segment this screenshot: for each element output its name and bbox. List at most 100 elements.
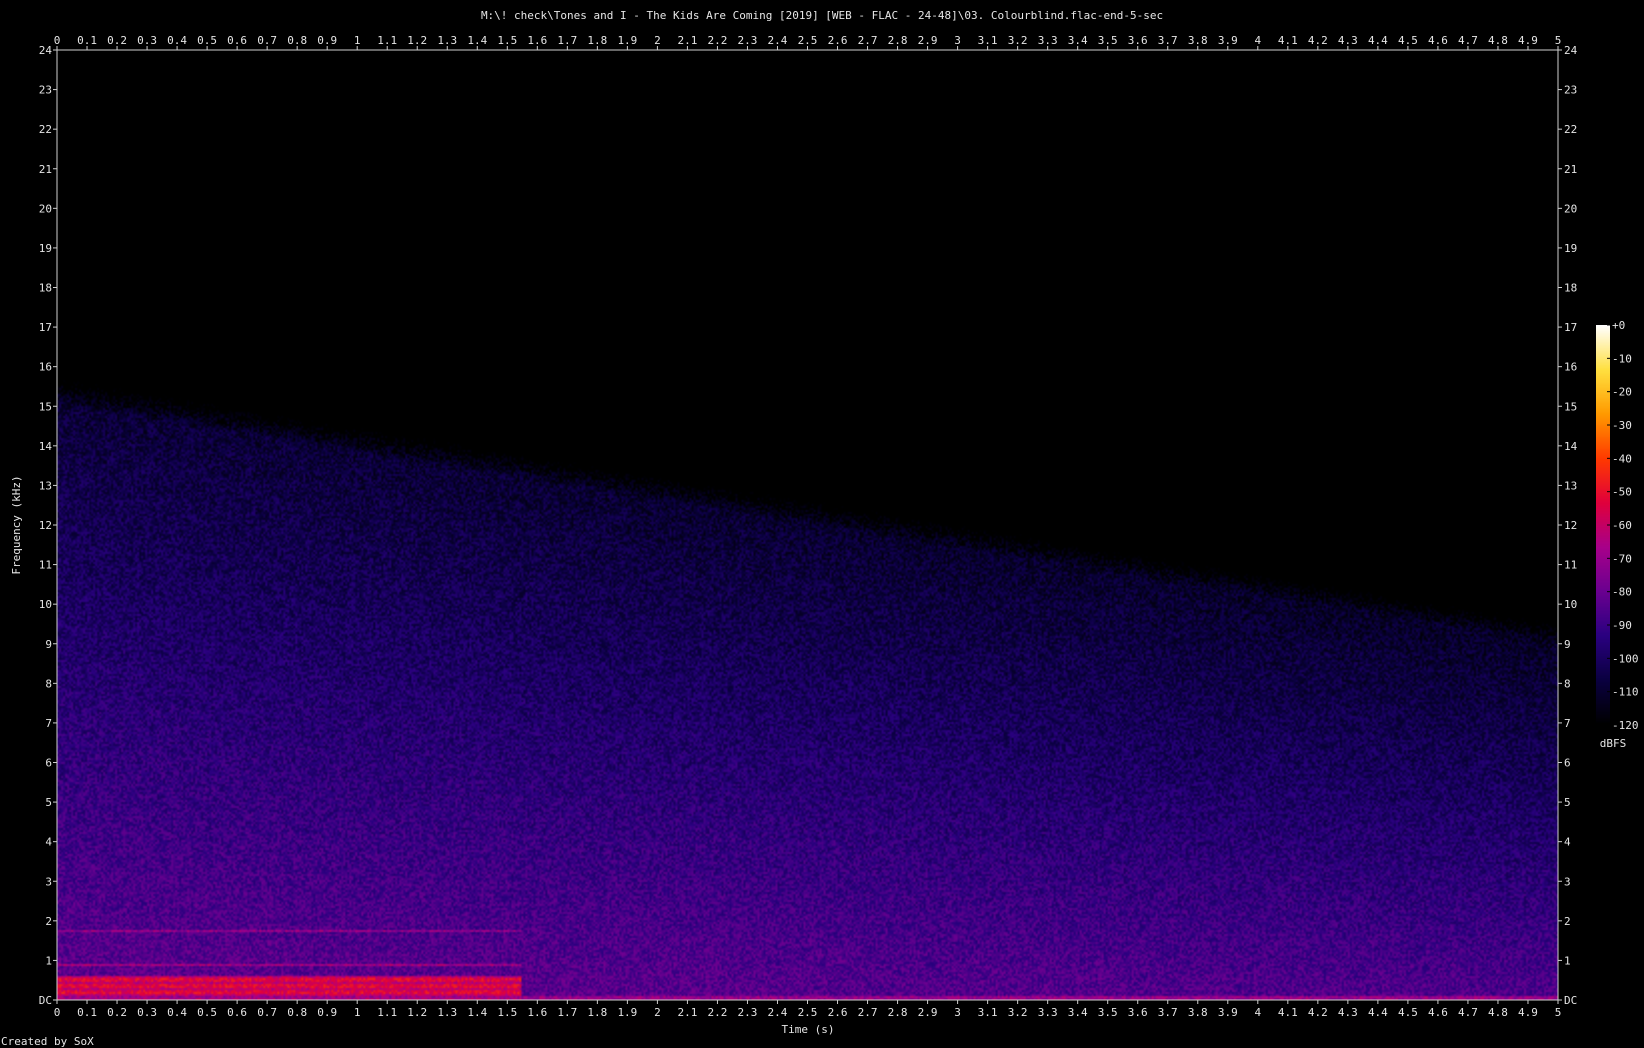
y-tick-label-left: 13 bbox=[39, 479, 52, 492]
x-tick-label-bottom: 3.8 bbox=[1188, 1006, 1208, 1019]
x-tick-label-bottom: 3.4 bbox=[1068, 1006, 1088, 1019]
colorbar-ticks: +0 -10 -20 -30 -40 -50 -60 -70 -80 -90 -100 -110 -12… bbox=[1607, 319, 1639, 732]
x-tick-label-bottom: 3.5 bbox=[1098, 1006, 1118, 1019]
x-tick-label-bottom: 2.3 bbox=[738, 1006, 758, 1019]
x-tick-label-top: 2.3 bbox=[738, 34, 758, 47]
y-tick-label-left: 16 bbox=[39, 361, 52, 374]
colorbar-tick-label: -110 bbox=[1612, 686, 1639, 699]
y-tick-label-right: 4 bbox=[1564, 836, 1571, 849]
x-tick-label-top: 0.3 bbox=[137, 34, 157, 47]
x-tick-label-top: 3 bbox=[954, 34, 961, 47]
x-tick-label-top: 1 bbox=[354, 34, 361, 47]
colorbar-tick-label: -60 bbox=[1612, 519, 1632, 532]
x-tick-label-top: 2.4 bbox=[768, 34, 788, 47]
x-tick-label-bottom: 2.4 bbox=[768, 1006, 788, 1019]
x-tick-label-top: 1.3 bbox=[437, 34, 457, 47]
y-tick-label-left: 6 bbox=[45, 757, 52, 770]
y-tick-label-right: 23 bbox=[1564, 84, 1577, 97]
y-tick-label-left: 12 bbox=[39, 519, 52, 532]
x-tick-label-top: 0.2 bbox=[107, 34, 127, 47]
x-tick-label-bottom: 1.5 bbox=[497, 1006, 517, 1019]
x-tick-label-bottom: 4.3 bbox=[1338, 1006, 1358, 1019]
x-tick-label-top: 4.7 bbox=[1458, 34, 1478, 47]
x-tick-label-bottom: 1.2 bbox=[407, 1006, 427, 1019]
x-tick-label-top: 3.2 bbox=[1008, 34, 1028, 47]
y-tick-label-right: 3 bbox=[1564, 875, 1571, 888]
x-tick-label-bottom: 1 bbox=[354, 1006, 361, 1019]
y-tick-label-left: 15 bbox=[39, 400, 52, 413]
x-tick-label-top: 2.8 bbox=[888, 34, 908, 47]
y-tick-label-right: 14 bbox=[1564, 440, 1578, 453]
x-tick-label-bottom: 1.6 bbox=[527, 1006, 547, 1019]
x-tick-label-bottom: 0.8 bbox=[287, 1006, 307, 1019]
x-tick-label-top: 4.9 bbox=[1518, 34, 1538, 47]
x-axis-bottom: 0 0.1 0.2 0.3 0.4 0.5 0.6 0.7 0.8 0.9 1 1.1 1.2 1.3 1.… bbox=[54, 1000, 1561, 1019]
x-tick-label-top: 3.1 bbox=[978, 34, 998, 47]
y-tick-label-right: 6 bbox=[1564, 757, 1571, 770]
y-tick-label-left: 14 bbox=[39, 440, 53, 453]
x-tick-label-top: 4.1 bbox=[1278, 34, 1298, 47]
x-tick-label-bottom: 1.8 bbox=[587, 1006, 607, 1019]
x-axis-top: 0 0.1 0.2 0.3 0.4 0.5 0.6 0.7 0.8 0.9 1 1.1 1.2 1.3 1.… bbox=[54, 34, 1561, 50]
y-tick-label-left: 10 bbox=[39, 598, 52, 611]
y-axis-left: DC12345678910111213141516171819202122232… bbox=[39, 44, 57, 1007]
y-tick-label-right: 16 bbox=[1564, 361, 1577, 374]
x-tick-label-bottom: 0.6 bbox=[227, 1006, 247, 1019]
x-tick-label-bottom: 3.1 bbox=[978, 1006, 998, 1019]
x-tick-label-top: 1.9 bbox=[617, 34, 637, 47]
x-tick-label-top: 2.6 bbox=[828, 34, 848, 47]
x-tick-label-bottom: 4.9 bbox=[1518, 1006, 1538, 1019]
y-tick-label-right: 9 bbox=[1564, 638, 1571, 651]
x-tick-label-bottom: 1.9 bbox=[617, 1006, 637, 1019]
y-tick-label-left: 23 bbox=[39, 84, 52, 97]
x-tick-label-bottom: 4.1 bbox=[1278, 1006, 1298, 1019]
y-tick-label-left: 20 bbox=[39, 202, 52, 215]
y-tick-label-left: 24 bbox=[39, 44, 53, 57]
colorbar-tick-label: -120 bbox=[1612, 719, 1639, 732]
y-tick-label-right: 21 bbox=[1564, 163, 1577, 176]
colorbar-tick-label: -90 bbox=[1612, 619, 1632, 632]
colorbar-tick-label: -10 bbox=[1612, 352, 1632, 365]
x-tick-label-top: 0.4 bbox=[167, 34, 187, 47]
y-tick-label-right: 5 bbox=[1564, 796, 1571, 809]
x-tick-label-top: 0.1 bbox=[77, 34, 97, 47]
y-axis-right: DC12345678910111213141516171819202122232… bbox=[1558, 44, 1578, 1007]
x-tick-label-top: 3.8 bbox=[1188, 34, 1208, 47]
colorbar-tick-label: -40 bbox=[1612, 452, 1632, 465]
x-tick-label-top: 4.5 bbox=[1398, 34, 1418, 47]
spectrogram-plot-area bbox=[57, 50, 1558, 1000]
x-tick-label-top: 0 bbox=[54, 34, 61, 47]
x-tick-label-bottom: 2.5 bbox=[798, 1006, 818, 1019]
x-tick-label-top: 4.8 bbox=[1488, 34, 1508, 47]
x-tick-label-bottom: 4.8 bbox=[1488, 1006, 1508, 1019]
y-tick-label-left: 8 bbox=[45, 677, 52, 690]
y-tick-label-left: 9 bbox=[45, 638, 52, 651]
x-tick-label-top: 2.2 bbox=[708, 34, 728, 47]
x-tick-label-top: 1.1 bbox=[377, 34, 397, 47]
y-tick-label-left: 17 bbox=[39, 321, 52, 334]
x-tick-label-bottom: 3.7 bbox=[1158, 1006, 1178, 1019]
x-tick-label-top: 3.9 bbox=[1218, 34, 1238, 47]
y-tick-label-right: 12 bbox=[1564, 519, 1577, 532]
x-tick-label-top: 1.6 bbox=[527, 34, 547, 47]
x-tick-label-top: 4.2 bbox=[1308, 34, 1328, 47]
x-tick-label-bottom: 2.7 bbox=[858, 1006, 878, 1019]
x-tick-label-bottom: 3.9 bbox=[1218, 1006, 1238, 1019]
x-tick-label-top: 3.4 bbox=[1068, 34, 1088, 47]
x-tick-label-top: 4.4 bbox=[1368, 34, 1388, 47]
y-axis-label: Frequency (kHz) bbox=[10, 475, 23, 574]
x-tick-label-top: 0.9 bbox=[317, 34, 337, 47]
x-tick-label-top: 2 bbox=[654, 34, 661, 47]
y-tick-label-right: 7 bbox=[1564, 717, 1571, 730]
y-tick-label-right: 10 bbox=[1564, 598, 1577, 611]
colorbar-tick-label: -50 bbox=[1612, 486, 1632, 499]
x-tick-label-top: 1.8 bbox=[587, 34, 607, 47]
x-tick-label-bottom: 2.2 bbox=[708, 1006, 728, 1019]
x-tick-label-top: 2.1 bbox=[677, 34, 697, 47]
x-tick-label-bottom: 2.8 bbox=[888, 1006, 908, 1019]
y-tick-label-right: 2 bbox=[1564, 915, 1571, 928]
x-tick-label-top: 1.7 bbox=[557, 34, 577, 47]
y-tick-label-right: 11 bbox=[1564, 559, 1577, 572]
y-tick-label-right: 13 bbox=[1564, 479, 1577, 492]
y-tick-label-right: 15 bbox=[1564, 400, 1577, 413]
